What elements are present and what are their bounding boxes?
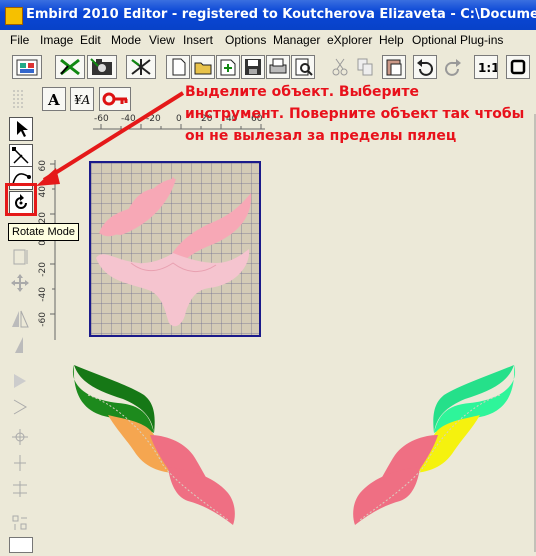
center-icon[interactable] (9, 426, 31, 448)
ruler-h-label: -20 (146, 114, 161, 124)
add-icon[interactable] (216, 55, 240, 79)
menu-manager[interactable]: Manager (273, 30, 320, 50)
window-title: Embird 2010 Editor - registered to Koutc… (26, 7, 536, 22)
menu-image[interactable]: Image (40, 30, 73, 50)
tooltip-text: Rotate Mode (12, 226, 75, 238)
menu-bar: File Image Edit Mode View Insert Options… (0, 30, 536, 50)
mirror-icon[interactable] (9, 308, 31, 330)
palette-icon[interactable] (12, 55, 42, 79)
vertical-ruler: 60 40 20 0 -20 -40 -60 (38, 160, 56, 340)
rotate-tool-highlight (5, 183, 37, 216)
annotation-line-1: Выделите объект. Выберите (185, 84, 419, 100)
menu-edit[interactable]: Edit (80, 30, 101, 50)
align-left-icon[interactable] (9, 370, 31, 392)
menu-mode[interactable]: Mode (111, 30, 141, 50)
title-bar: Embird 2010 Editor - registered to Koutc… (0, 0, 536, 30)
menu-optional-plugins[interactable]: Optional Plug-ins (412, 30, 503, 50)
menu-file[interactable]: File (10, 30, 29, 50)
left-embroidery-branch[interactable] (68, 355, 238, 525)
svg-text:¥A: ¥A (74, 93, 91, 107)
edit-nodes-icon[interactable] (9, 144, 33, 168)
save-icon[interactable] (241, 55, 265, 79)
menu-options[interactable]: Options (225, 30, 266, 50)
lettering-icon[interactable]: ¥A (70, 87, 94, 111)
open-folder-icon[interactable] (191, 55, 215, 79)
embroidery-hoop[interactable] (89, 161, 261, 337)
ruler-v-label: 20 (38, 212, 48, 224)
camera-icon[interactable] (87, 55, 117, 79)
menu-insert[interactable]: Insert (183, 30, 213, 50)
app-icon (5, 7, 23, 25)
menu-explorer[interactable]: eXplorer (327, 30, 372, 50)
ruler-h-label: -60 (94, 114, 109, 124)
menu-view[interactable]: View (149, 30, 175, 50)
ruler-v-label: 40 (38, 186, 48, 198)
distribute-icon[interactable] (9, 452, 31, 474)
skew-icon[interactable] (9, 334, 31, 356)
vertical-scrollbar[interactable] (525, 114, 536, 552)
paste-icon[interactable] (382, 55, 406, 79)
undo-icon[interactable] (413, 55, 437, 79)
convert-icon[interactable] (126, 55, 156, 79)
annotation-line-2: инструмент. Поверните объект так чтобы (185, 106, 525, 122)
stitch-icon[interactable] (55, 55, 85, 79)
mode-toolbar (0, 114, 38, 553)
extra-tool-icon[interactable] (9, 537, 33, 553)
svg-text:A: A (47, 91, 60, 109)
one-to-one-icon[interactable]: 1:1 (474, 55, 498, 79)
right-embroidery-branch[interactable] (350, 355, 520, 525)
copy-icon[interactable] (353, 55, 377, 79)
key-icon[interactable] (99, 87, 131, 111)
grid-icon[interactable] (9, 512, 31, 534)
preview-icon[interactable] (291, 55, 315, 79)
ruler-v-label: 60 (38, 160, 48, 172)
ruler-v-label: -40 (38, 287, 48, 302)
text-icon[interactable]: A (42, 87, 66, 111)
ruler-h-label: -40 (121, 114, 136, 124)
new-file-icon[interactable] (166, 55, 190, 79)
grip-icon (10, 88, 28, 110)
annotation-line-3: он не вылезал за пределы пялец (185, 128, 457, 144)
menu-help[interactable]: Help (379, 30, 404, 50)
size-icon[interactable] (9, 246, 31, 268)
instruction-annotation: Выделите объект. Выберите инструмент. По… (185, 81, 535, 147)
arrange-icon[interactable] (9, 478, 31, 500)
ruler-v-label: -20 (38, 262, 48, 277)
print-icon[interactable] (266, 55, 290, 79)
rotate-mode-tooltip: Rotate Mode (8, 223, 79, 241)
select-icon[interactable] (9, 117, 33, 141)
align-icon[interactable] (9, 396, 31, 418)
main-toolbar: 1:1 (0, 51, 536, 83)
stop-icon[interactable] (506, 55, 530, 79)
move-icon[interactable] (9, 272, 31, 294)
ruler-v-label: -60 (38, 312, 48, 327)
svg-text:1:1: 1:1 (478, 61, 497, 75)
redo-icon[interactable] (441, 55, 465, 79)
cut-icon[interactable] (328, 55, 352, 79)
ruler-h-label: 0 (176, 114, 182, 124)
